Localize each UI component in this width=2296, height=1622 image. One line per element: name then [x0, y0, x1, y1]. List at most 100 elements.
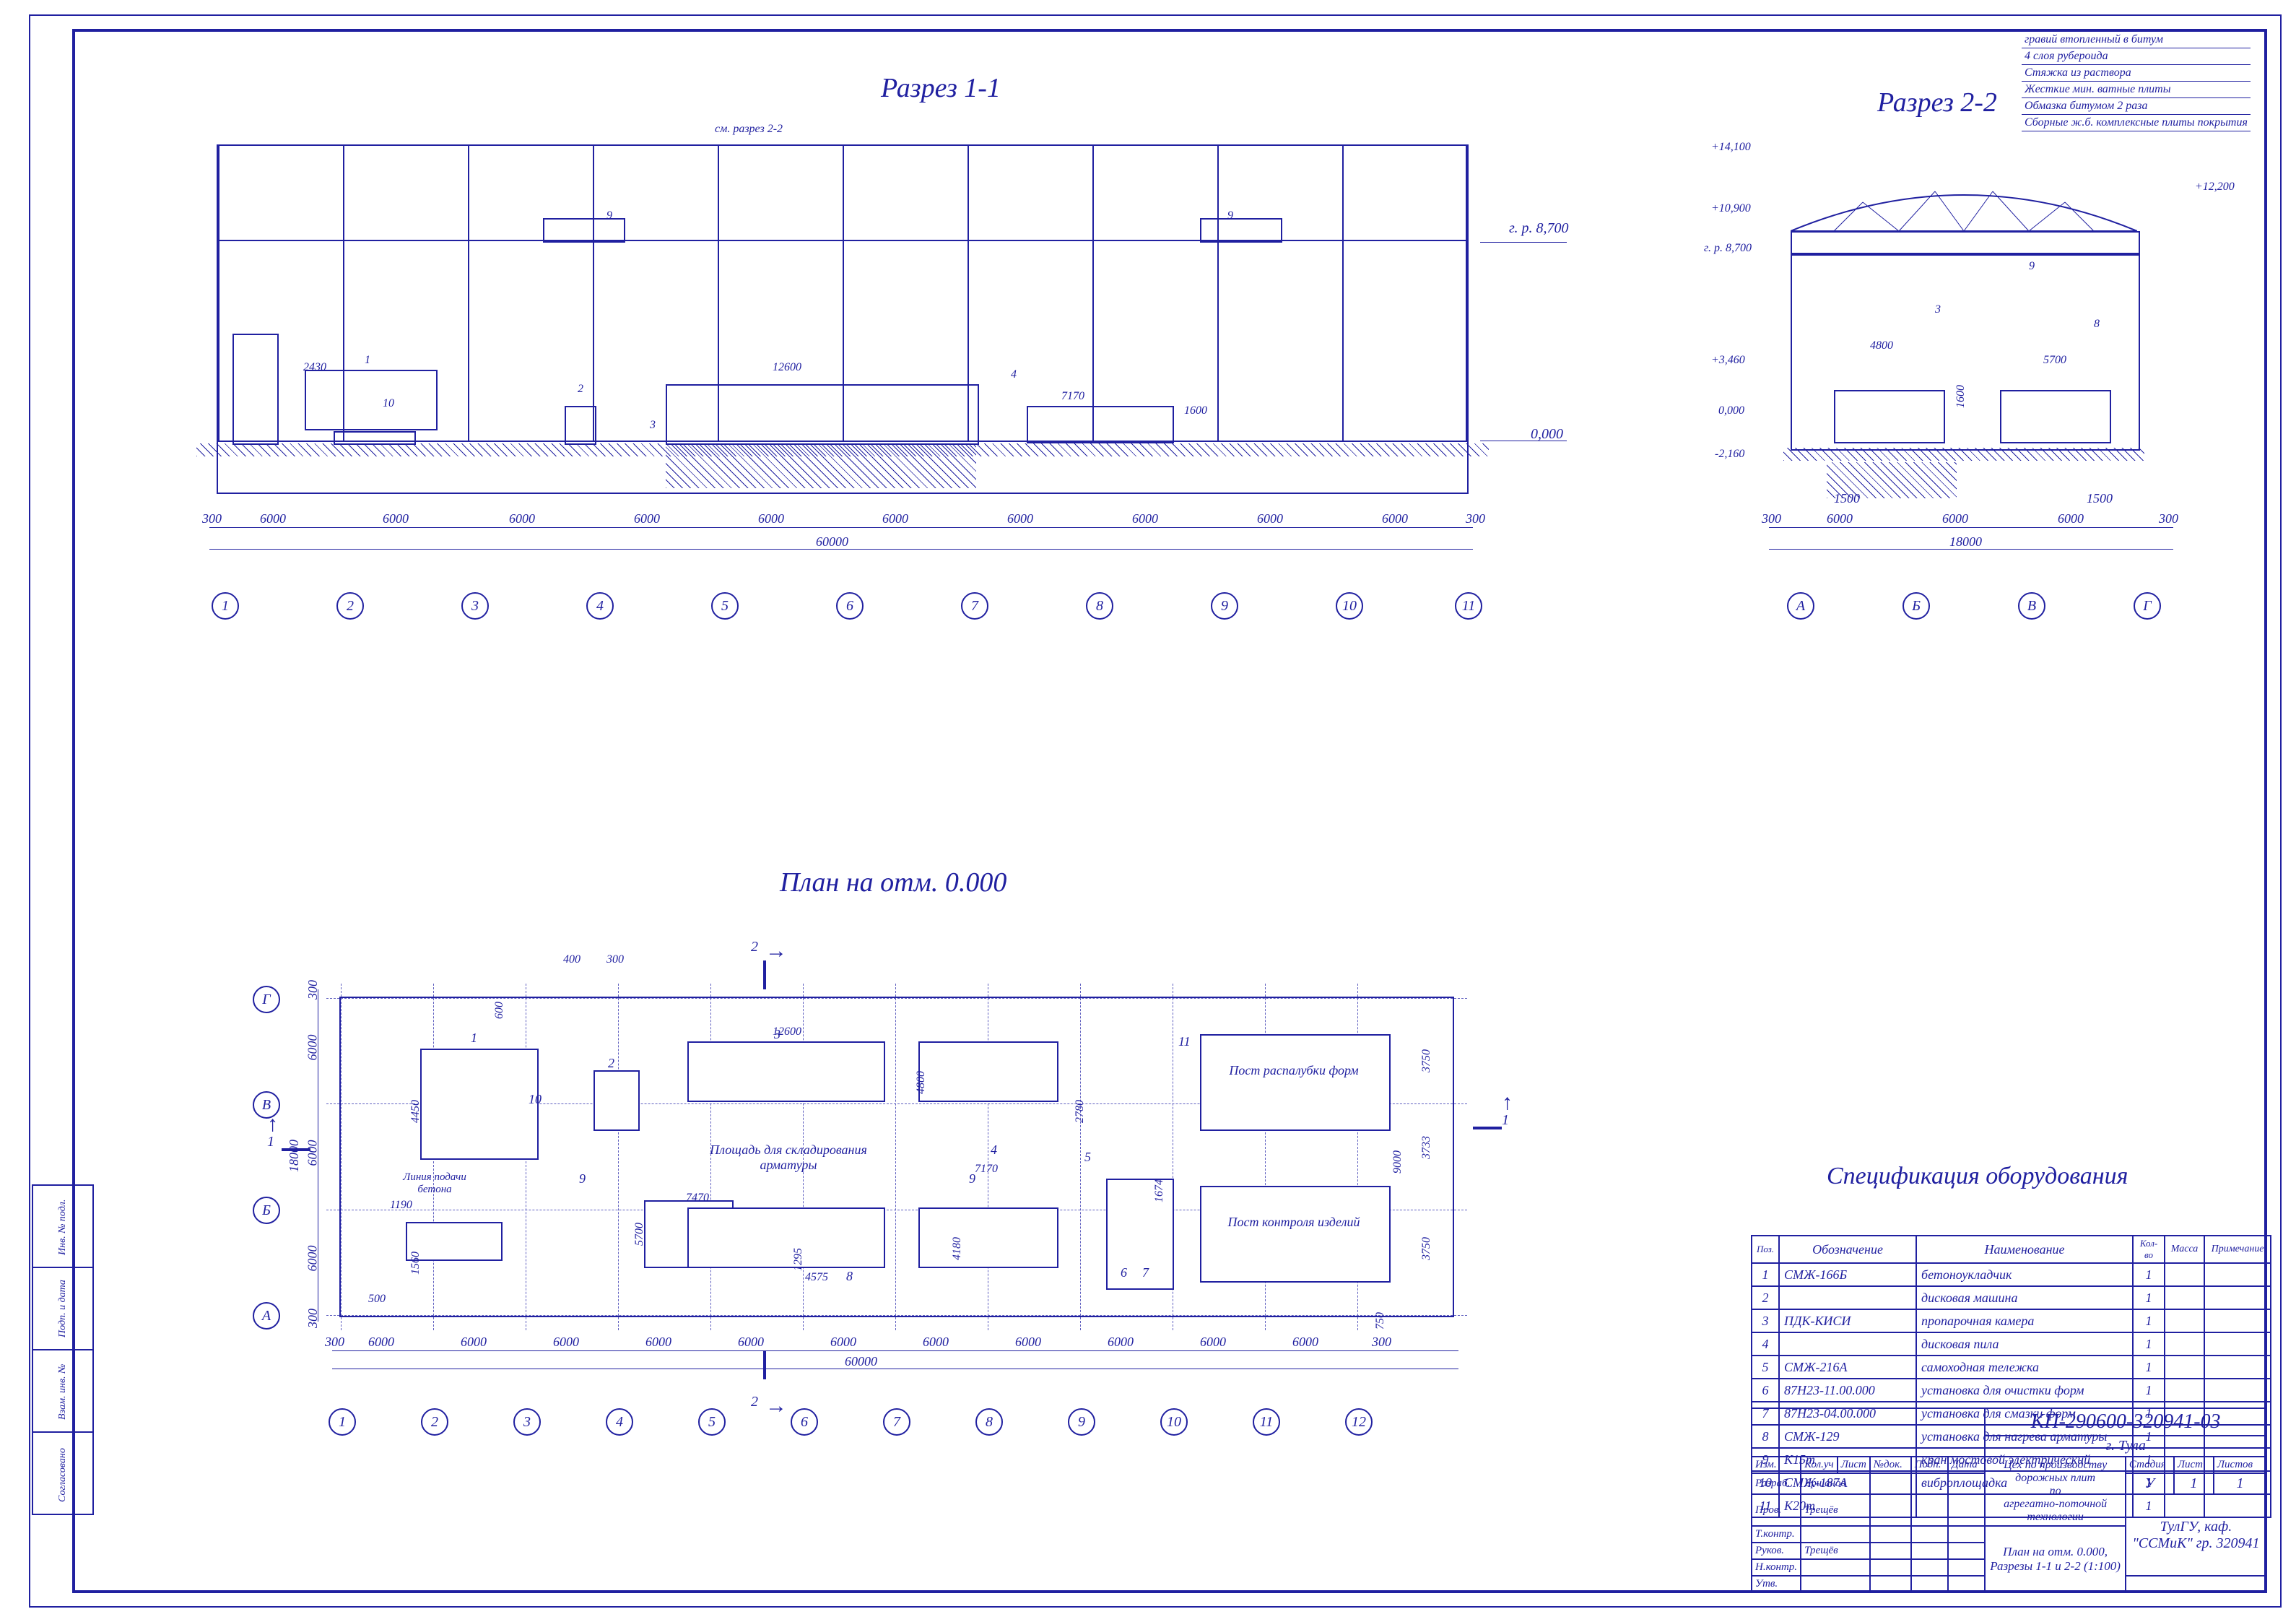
dim: 1295 [792, 1248, 805, 1271]
mh: №док. [1870, 1457, 1911, 1473]
dim: 6000 [1382, 511, 1408, 526]
axis-circle: 5 [698, 1408, 726, 1436]
dim: 1674 [1153, 1179, 1166, 1202]
spec-row: 4дисковая пила1 [1752, 1332, 2271, 1356]
role: Т.контр. [1752, 1526, 1801, 1543]
axis-circle: 5 [711, 592, 739, 620]
dim: 300 [1372, 1335, 1391, 1350]
dim-4: 7170 [1061, 390, 1084, 403]
dim: 4575 [805, 1271, 828, 1284]
spec-h-mass: Масса [2165, 1236, 2204, 1263]
axis-circle: 1 [329, 1408, 356, 1436]
callout-2: 2 [578, 383, 583, 396]
dim: 9000 [1391, 1150, 1404, 1174]
dim: 7470 [686, 1192, 709, 1205]
axis-circle: 3 [461, 592, 489, 620]
dim: 6000 [645, 1335, 671, 1350]
dim: 400 [563, 953, 580, 966]
eq-12600b [687, 1207, 885, 1268]
crane-rail-22 [1791, 253, 2140, 256]
eq-2 [593, 1070, 640, 1131]
dim: 6000 [1292, 1335, 1318, 1350]
bind-label: Подп. и дата [57, 1280, 69, 1337]
cut-mark-2-bot: 2 [751, 1394, 758, 1410]
bind-label: Взам. инв. № [57, 1362, 69, 1420]
role: Руков. [1752, 1543, 1801, 1559]
dim: 6000 [738, 1335, 764, 1350]
axis-circle: 8 [975, 1408, 1003, 1436]
dim: 300 [1762, 511, 1781, 526]
dim: 300 [305, 980, 321, 999]
elev: 0,000 [1718, 404, 1744, 417]
dim: 5700 [633, 1223, 646, 1246]
dim: 18000 [287, 1140, 302, 1172]
axis-circle: 10 [1336, 592, 1363, 620]
axis-circle: 12 [1345, 1408, 1373, 1436]
name [1801, 1576, 1870, 1592]
equip-4 [1027, 406, 1174, 443]
section-1-1-drawing [217, 144, 1469, 494]
spec-row: 2дисковая машина1 [1752, 1286, 2271, 1309]
role: Разраб. [1752, 1473, 1801, 1494]
dim: 6000 [882, 511, 908, 526]
dim: 6000 [260, 511, 286, 526]
dim: 6000 [634, 511, 660, 526]
callout-9a: 9 [606, 209, 612, 222]
axis-circle: Г [2134, 592, 2161, 620]
axis-circle: 9 [1211, 592, 1238, 620]
elev: +12,200 [2195, 181, 2235, 194]
roof-layer: Стяжка из раствора [2022, 65, 2251, 82]
callout-9b: 9 [1227, 209, 1233, 222]
dim: 1600 [1954, 385, 1967, 408]
roof-layer: Обмазка битумом 2 раза [2022, 98, 2251, 115]
arrow-icon: ↑ [1502, 1090, 1513, 1115]
spec-h-pos: Поз. [1752, 1236, 1779, 1263]
bind-label: Инв. № подл. [57, 1197, 69, 1255]
axis-circle: 8 [1086, 592, 1113, 620]
axis-circle: 3 [513, 1408, 541, 1436]
axis-circle: 6 [836, 592, 864, 620]
dim: 7170 [975, 1163, 998, 1176]
mh: Подп. [1911, 1457, 1949, 1473]
dim: 1500 [1834, 491, 1860, 506]
dim: 6000 [305, 1035, 321, 1061]
dim: 1500 [2087, 491, 2113, 506]
dim: 6000 [368, 1335, 394, 1350]
name: Ершанов [1801, 1473, 1870, 1494]
axis-circle: 4 [586, 592, 614, 620]
qc-post [1200, 1186, 1391, 1283]
name: Трещёв [1801, 1494, 1870, 1526]
callout-3: 3 [650, 419, 656, 432]
axis-circle: 10 [1160, 1408, 1188, 1436]
drawing-sheet: Инв. № подл. Подп. и дата Взам. инв. № С… [0, 0, 2296, 1622]
dim: 300 [202, 511, 222, 526]
dim: 600 [493, 1002, 506, 1019]
dim: 3750 [1420, 1237, 1433, 1260]
spec-h-qty: Кол-во [2133, 1236, 2165, 1263]
dim: 6000 [1257, 511, 1283, 526]
dim: 6000 [383, 511, 409, 526]
axis-circle: 2 [336, 592, 364, 620]
dim: 6000 [461, 1335, 487, 1350]
cut-mark-2-top: 2 [751, 939, 758, 955]
arrow-icon: → [765, 1394, 787, 1418]
equip-1 [305, 370, 438, 430]
dim: 6000 [1200, 1335, 1226, 1350]
axis-circle: В [253, 1091, 280, 1119]
sheet: 1 [2174, 1473, 2214, 1494]
beton-line-label: Линия подачи бетона [391, 1171, 478, 1196]
eq-area-1 [420, 1049, 539, 1160]
eq-3b [918, 1207, 1058, 1268]
plan-title: План на отм. 0.000 [780, 867, 1006, 898]
dim: 2780 [1074, 1100, 1087, 1123]
elev: +3,460 [1711, 354, 1745, 367]
axis-circle: 7 [883, 1408, 910, 1436]
spec-h-note: Примечание [2204, 1236, 2271, 1263]
dim-pit: 12600 [773, 361, 801, 374]
callout-4: 4 [1011, 368, 1017, 381]
qc-label: Пост контроля изделий [1207, 1215, 1380, 1230]
dim: 1190 [390, 1199, 412, 1212]
axis-circle: 2 [421, 1408, 448, 1436]
role: Пров. [1752, 1494, 1801, 1526]
dim: 6000 [305, 1140, 321, 1166]
